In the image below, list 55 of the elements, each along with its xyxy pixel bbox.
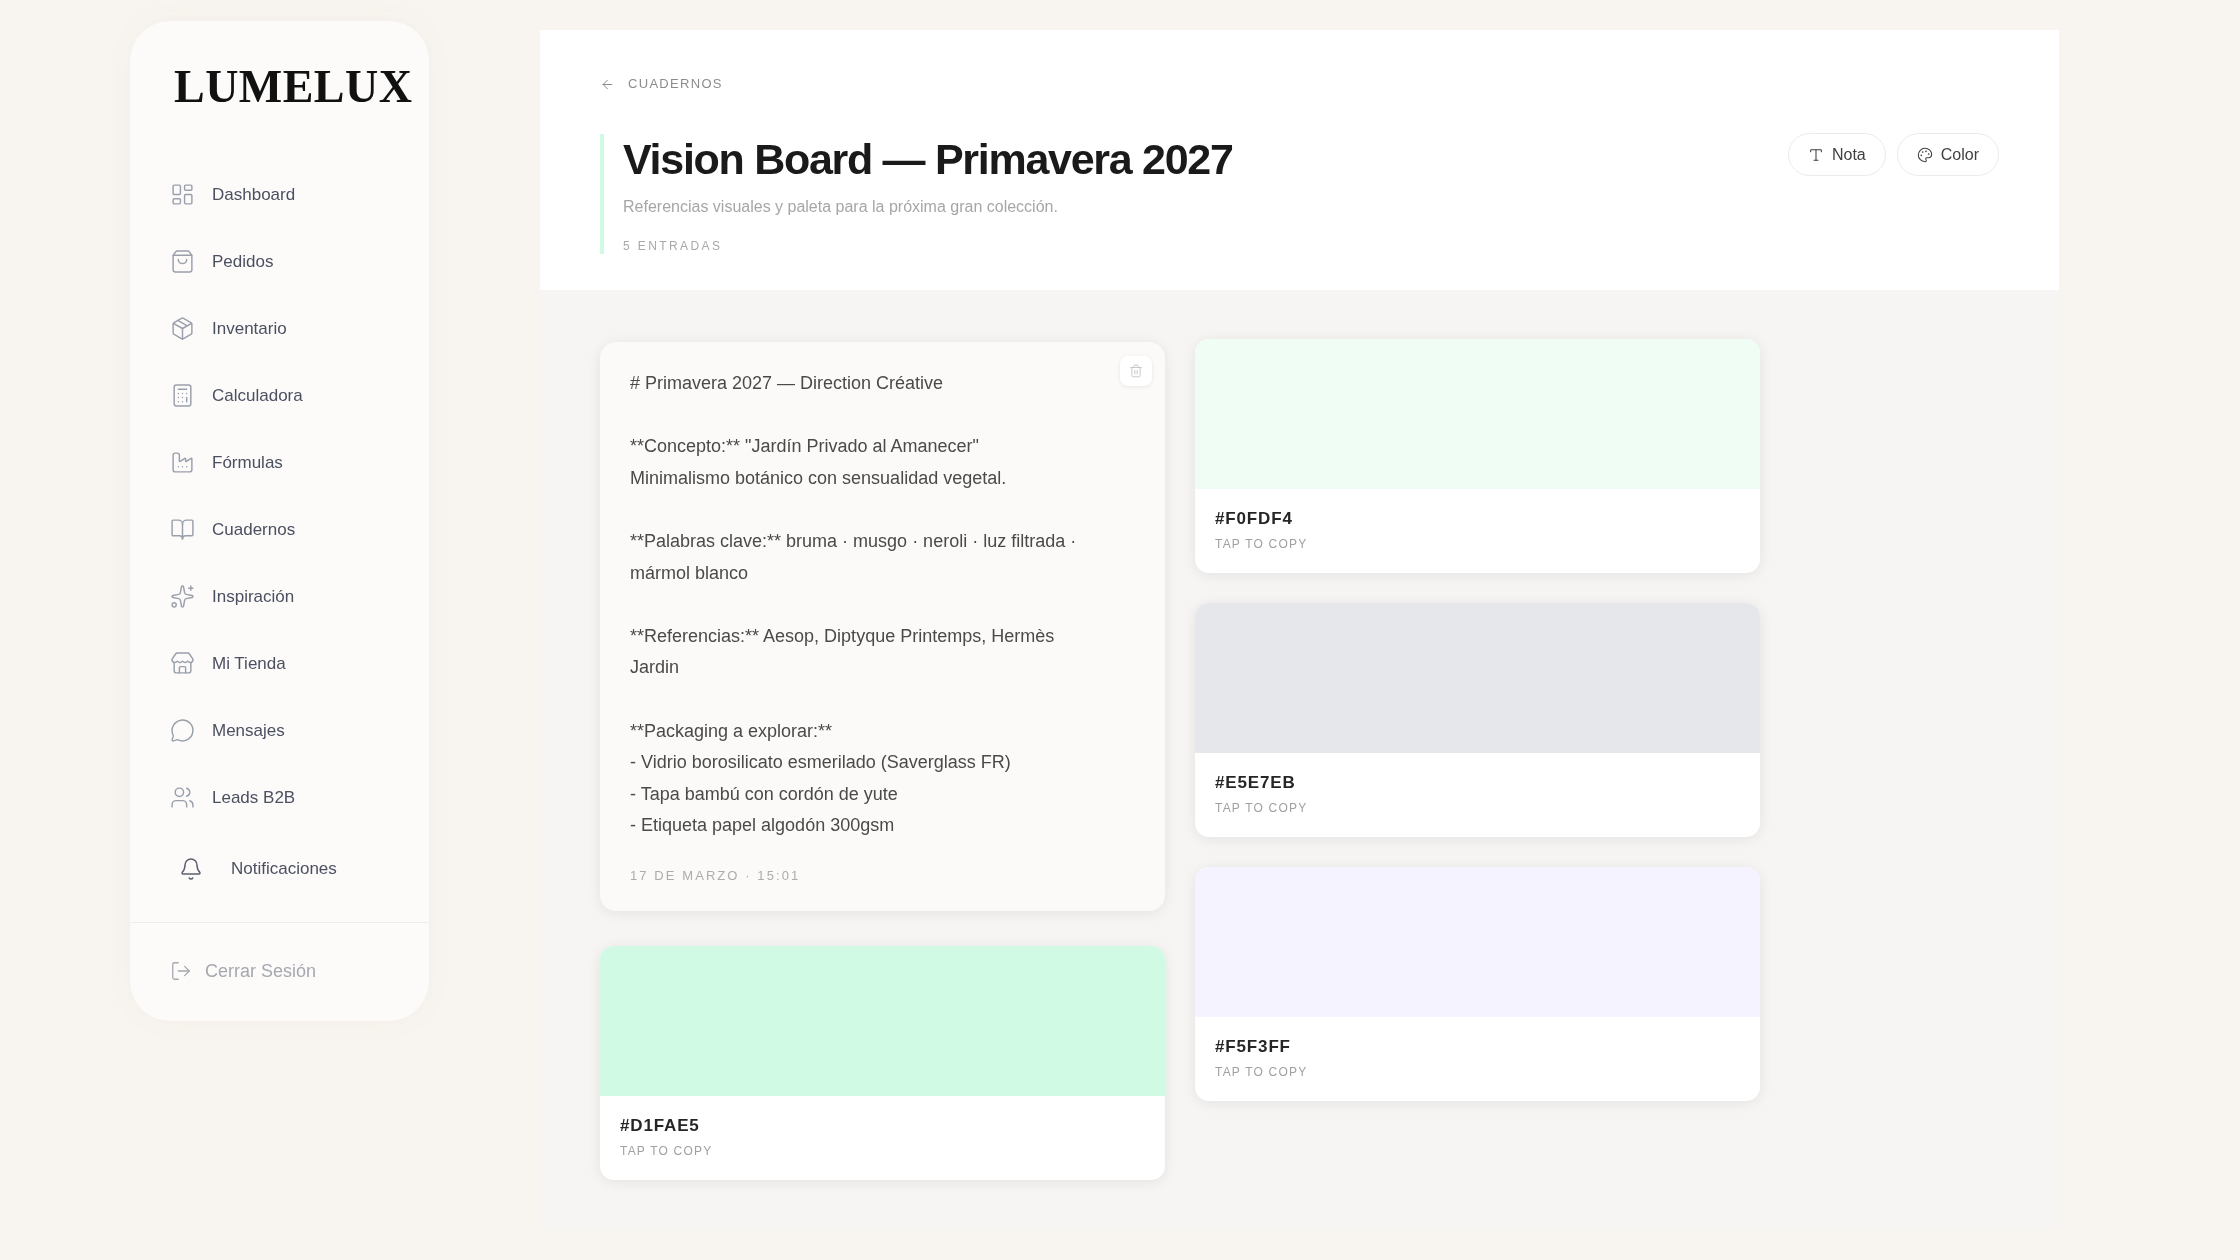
copy-hint: TAP TO COPY	[1215, 800, 1308, 816]
text-type-icon	[1807, 146, 1824, 163]
entry-count: 5 ENTRADAS	[623, 238, 723, 254]
grid-icon	[170, 182, 195, 207]
hex-code: #E5E7EB	[1215, 772, 1296, 794]
copy-hint: TAP TO COPY	[1215, 1064, 1308, 1080]
nav-link[interactable]: Cuadernos	[164, 505, 302, 554]
color-card[interactable]: #D1FAE5 TAP TO COPY	[600, 945, 1165, 1180]
note-line: **Packaging a explorar:**	[630, 719, 833, 743]
color-card[interactable]: #E5E7EB TAP TO COPY	[1195, 603, 1760, 837]
calculator-icon	[170, 383, 195, 408]
note-line: Minimalismo botánico con sensualidad vegetal.	[630, 466, 1007, 490]
sparkles-icon	[170, 584, 195, 609]
hex-code: #F0FDF4	[1215, 508, 1293, 530]
nav-link[interactable]: Mensajes	[164, 706, 291, 755]
note-line: **Concepto:** "Jardín Privado al Amanecer"	[630, 435, 979, 459]
nav-link[interactable]: Mi Tienda	[164, 639, 292, 688]
hex-code: #D1FAE5	[620, 1114, 700, 1137]
copy-hint: TAP TO COPY	[1215, 536, 1308, 552]
nav-button[interactable]: Notificaciones	[173, 844, 343, 893]
brand-logo: LUMELUX	[174, 61, 413, 113]
bell-icon	[179, 856, 203, 881]
store-icon	[170, 651, 195, 676]
action-button[interactable]: Nota	[1787, 133, 1886, 176]
color-card[interactable]: #F0FDF4 TAP TO COPY	[1195, 339, 1760, 573]
note-timestamp: 17 DE MARZO · 15:01	[630, 867, 801, 884]
nav-link[interactable]: Leads B2B	[164, 773, 302, 822]
copy-hint: TAP TO COPY	[620, 1142, 713, 1159]
nav-link[interactable]: Calculadora	[164, 371, 309, 420]
note-line: **Palabras clave:** bruma · musgo · neroli · luz filtrada · mármol blanco	[630, 529, 1078, 585]
note-line: # Primavera 2027 — Direction Créative	[630, 372, 944, 395]
box-icon	[170, 316, 195, 341]
note-line: - Etiqueta papel algodón 300gsm	[630, 814, 895, 838]
users-icon	[170, 785, 195, 810]
trash-icon	[1129, 364, 1143, 378]
color-card[interactable]: #F5F3FF TAP TO COPY	[1195, 867, 1760, 1101]
nav-link[interactable]: Fórmulas	[164, 438, 289, 487]
nav-link[interactable]: Inventario	[164, 304, 293, 353]
delete-button[interactable]	[1120, 356, 1152, 386]
nav-link[interactable]: Inspiración	[164, 572, 301, 621]
book-icon	[170, 517, 195, 542]
nav-link[interactable]: Pedidos	[164, 237, 280, 286]
note-line: **Referencias:** Aesop, Diptyque Printemps, Hermès Jardin	[630, 624, 1056, 680]
note-line: - Vidrio borosilicato esmerilado (Saverglass FR)	[630, 751, 1011, 775]
chat-bubble-icon	[170, 718, 195, 743]
note-line: - Tapa bambú con cordón de yute	[630, 782, 898, 806]
bag-icon	[170, 249, 195, 274]
nav-link[interactable]: Dashboard	[164, 170, 302, 219]
hex-code: #F5F3FF	[1215, 1036, 1291, 1058]
action-button[interactable]: Color	[1896, 133, 1999, 176]
page-subtitle: Referencias visuales y paleta para la próxima gran colección.	[623, 197, 1058, 217]
exit-icon	[170, 960, 192, 982]
factory-icon	[170, 450, 195, 475]
page-title: Vision Board — Primavera 2027	[623, 134, 1233, 184]
palette-icon	[1916, 146, 1933, 163]
